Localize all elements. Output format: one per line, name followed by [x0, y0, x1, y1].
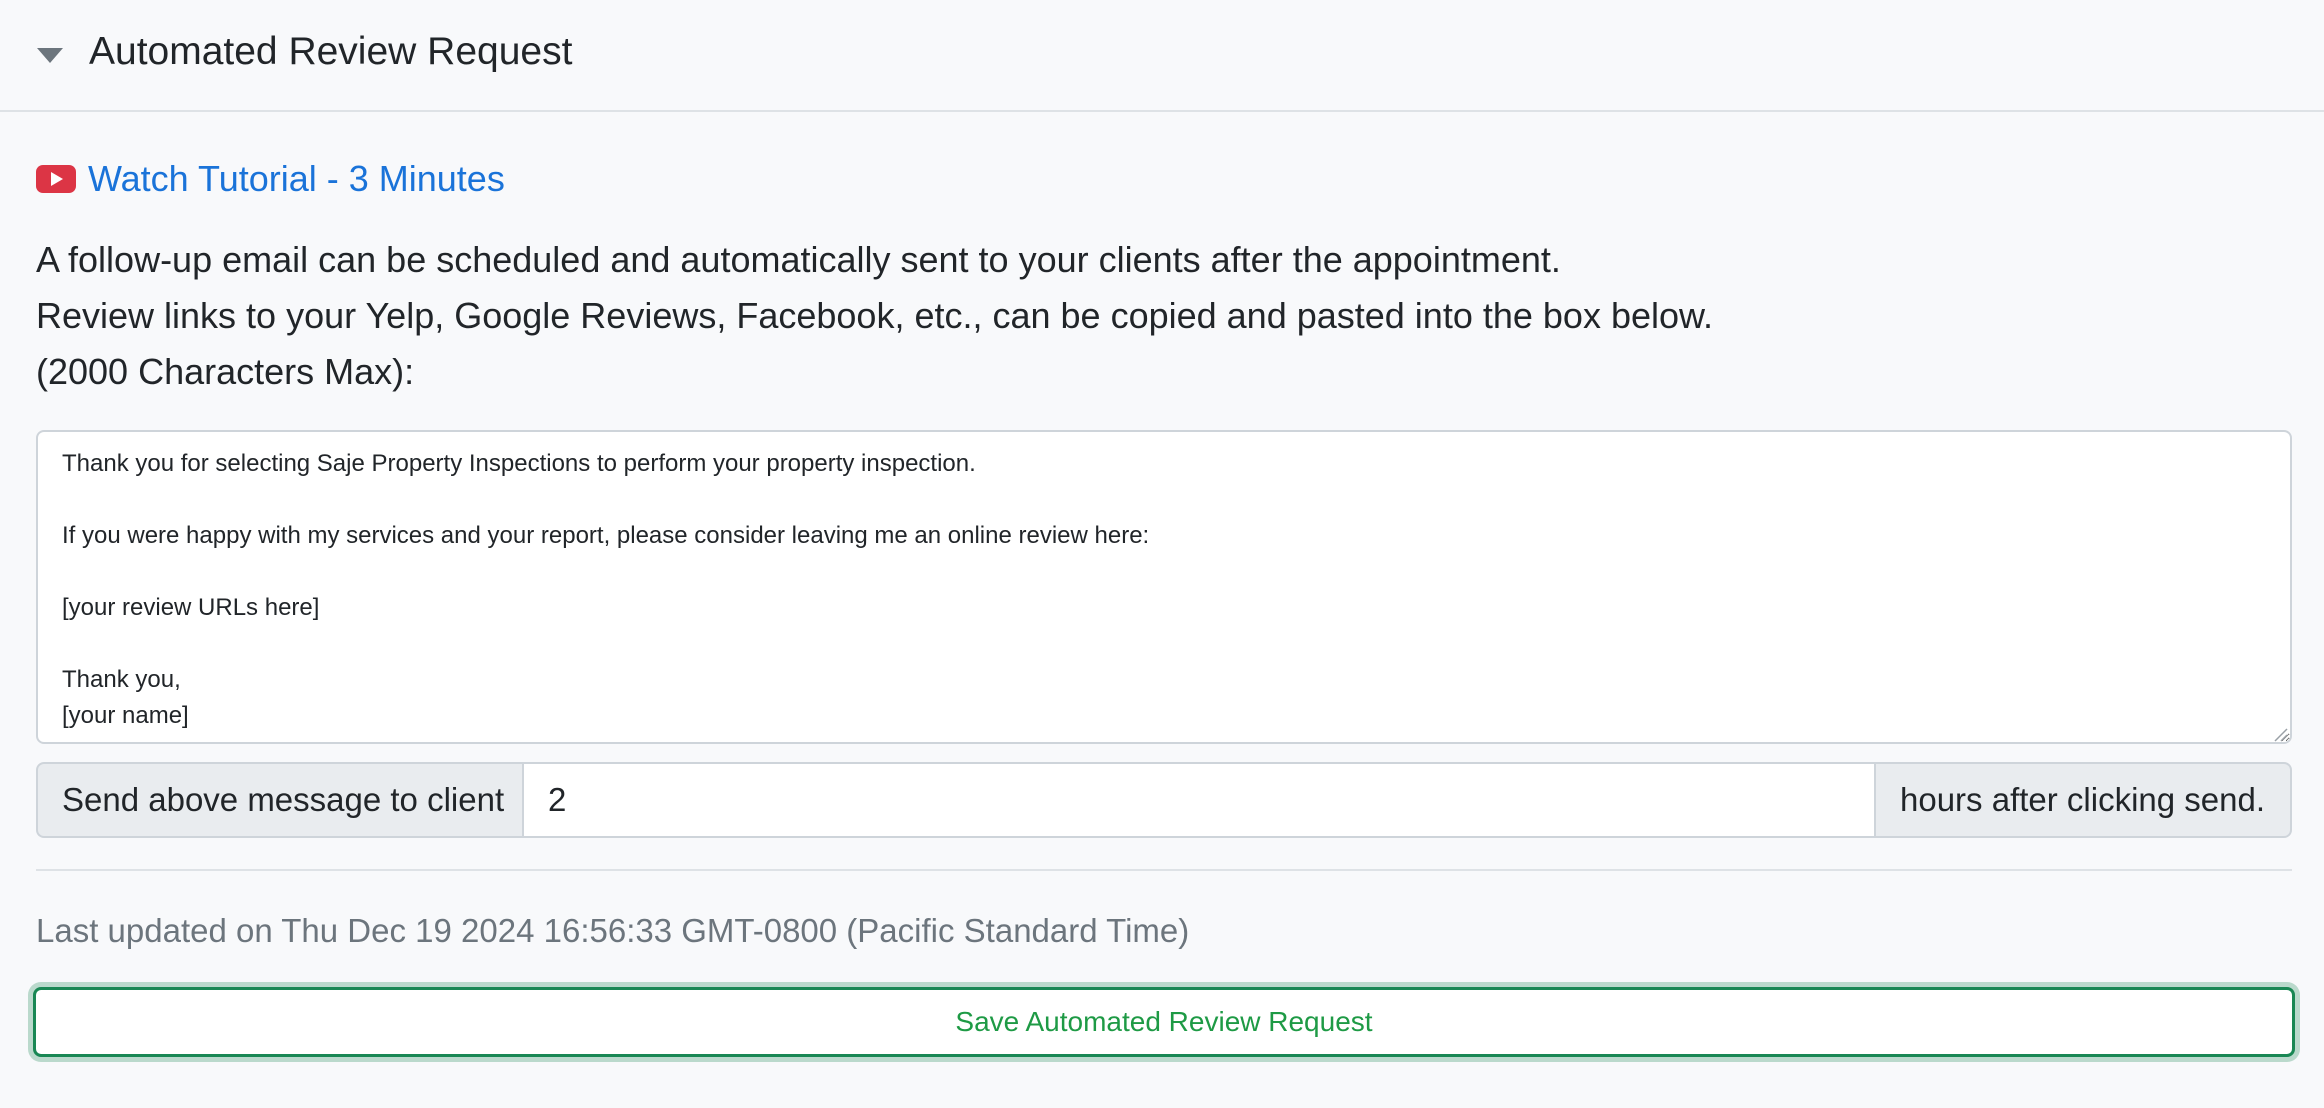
review-message-textarea[interactable]: Thank you for selecting Saje Property In…	[36, 430, 2292, 744]
description-line-1: A follow-up email can be scheduled and a…	[36, 239, 1561, 280]
youtube-play-icon	[36, 165, 76, 193]
divider	[36, 869, 2292, 871]
resize-grip-icon[interactable]	[2272, 726, 2288, 742]
section-header: Automated Review Request	[0, 0, 2324, 112]
watch-tutorial-label: Watch Tutorial - 3 Minutes	[88, 158, 505, 199]
section-title[interactable]: Automated Review Request	[89, 30, 572, 74]
description-line-2: Review links to your Yelp, Google Review…	[36, 295, 1714, 336]
last-updated-text: Last updated on Thu Dec 19 2024 16:56:33…	[36, 912, 1190, 949]
caret-down-icon[interactable]	[37, 48, 63, 63]
watch-tutorial-link[interactable]: Watch Tutorial - 3 Minutes	[36, 156, 505, 202]
send-schedule-group: Send above message to client hours after…	[36, 762, 2292, 838]
send-schedule-suffix: hours after clicking send.	[1876, 762, 2292, 838]
description: A follow-up email can be scheduled and a…	[36, 232, 1713, 400]
save-automated-review-button[interactable]: Save Automated Review Request	[33, 987, 2295, 1057]
hours-delay-input[interactable]	[522, 762, 1876, 838]
send-schedule-prefix: Send above message to client	[36, 762, 522, 838]
description-line-3: (2000 Characters Max):	[36, 351, 415, 392]
